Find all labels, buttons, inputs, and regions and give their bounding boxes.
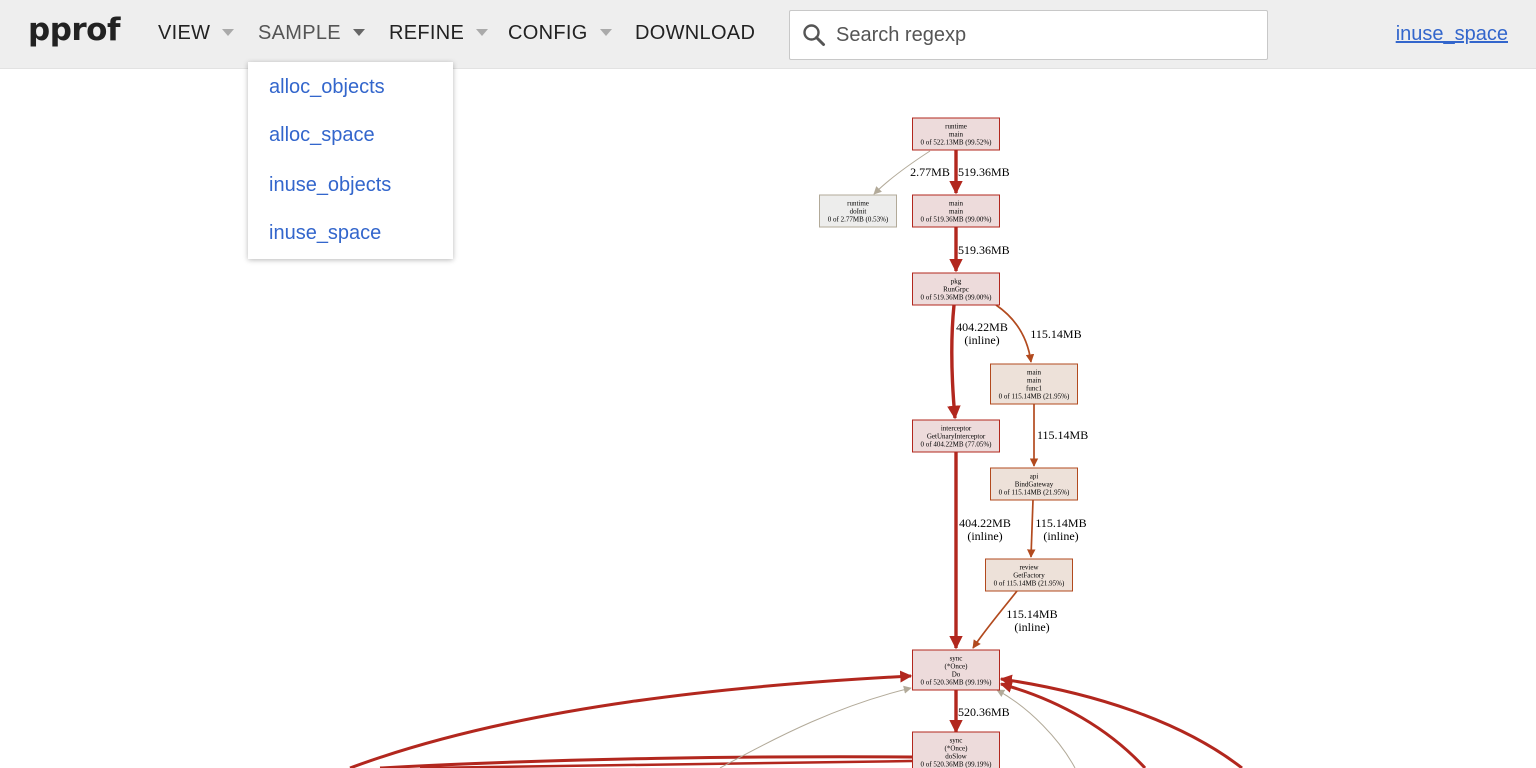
node-label: func1 [1026, 385, 1042, 393]
node-label: 0 of 519.36MB (99.00%) [921, 216, 993, 224]
dropdown-item-alloc-space[interactable]: alloc_space [269, 124, 375, 147]
view-menu-label: VIEW [158, 22, 211, 44]
node-label: 0 of 115.14MB (21.95%) [999, 489, 1070, 497]
node-label: interceptor [941, 425, 972, 433]
node-label: 0 of 115.14MB (21.95%) [999, 393, 1070, 401]
view-menu[interactable]: VIEW [158, 22, 235, 45]
edge-label: 404.22MB [959, 516, 1011, 530]
chevron-down-icon [476, 29, 489, 36]
offscreen-edges [349, 670, 1243, 768]
node-label: main [949, 131, 963, 139]
sample-menu[interactable]: SAMPLE [258, 22, 365, 45]
config-menu[interactable]: CONFIG [508, 22, 612, 45]
graph-node[interactable]: runtimedoInit0 of 2.77MB (0.53%) [819, 194, 897, 228]
graph-edge[interactable]: 520.36MB [949, 690, 1010, 734]
edge-label: 115.14MB [1037, 428, 1088, 442]
edge-label: (inline) [967, 529, 1002, 543]
node-label: (*Once) [945, 745, 969, 753]
graph-node[interactable]: reviewGetFactory0 of 115.14MB (21.95%) [985, 558, 1073, 592]
node-label: review [1019, 564, 1039, 572]
node-label: sync [950, 655, 963, 663]
node-label: api [1030, 473, 1039, 481]
node-label: 0 of 2.77MB (0.53%) [828, 216, 889, 224]
graph-edge[interactable]: 115.14MB [1029, 404, 1088, 467]
edge-line[interactable] [947, 304, 961, 420]
node-label: runtime [847, 200, 869, 208]
header-bar: pprof VIEW SAMPLE REFINE CONFIG DOWNLOAD… [0, 0, 1536, 69]
search-icon [803, 24, 825, 46]
edge-label: 520.36MB [958, 705, 1010, 719]
node-label: 0 of 404.22MB (77.05%) [921, 441, 993, 449]
pprof-logo[interactable]: pprof [28, 12, 120, 48]
edge-label: 404.22MB [956, 320, 1008, 334]
download-menu[interactable]: DOWNLOAD [635, 22, 755, 45]
edge-label: 115.14MB [1030, 327, 1081, 341]
edge-label: 115.14MB [1006, 607, 1057, 621]
node-label: runtime [945, 123, 967, 131]
node-label: main [1027, 369, 1041, 377]
edge-label: 519.36MB [958, 165, 1010, 179]
graph-edge[interactable]: 2.77MB [873, 150, 950, 195]
node-label: main [949, 208, 963, 216]
node-label: pkg [951, 278, 962, 286]
search-box[interactable] [789, 10, 1268, 60]
node-label: doSlow [945, 753, 967, 761]
graph-node[interactable]: sync(*Once)Do0 of 520.36MB (99.19%) [912, 649, 1000, 691]
edge-label: (inline) [1014, 620, 1049, 634]
node-label: 0 of 519.36MB (99.00%) [921, 294, 993, 302]
graph-node[interactable]: sync(*Once)doSlow0 of 520.36MB (99.19%) [912, 731, 1000, 768]
graph-edge[interactable]: 519.36MB [949, 150, 1010, 195]
edge-label: 519.36MB [958, 243, 1010, 257]
node-label: main [1027, 377, 1041, 385]
edge-label: 115.14MB [1035, 516, 1086, 530]
chevron-down-icon [352, 29, 365, 36]
edge-label: (inline) [964, 333, 999, 347]
node-label: BindGateway [1015, 481, 1054, 489]
sample-dropdown: alloc_objects alloc_space inuse_objects … [248, 62, 453, 259]
edge-line[interactable] [1027, 499, 1036, 558]
graph-node[interactable]: pkgRunGrpc0 of 519.36MB (99.00%) [912, 272, 1000, 306]
edge-label: 2.77MB [910, 165, 950, 179]
graph-edge[interactable]: 115.14MB(inline) [972, 590, 1058, 649]
node-label: Do [952, 671, 961, 679]
node-label: GetFactory [1013, 572, 1045, 580]
node-label: RunGrpc [943, 286, 969, 294]
node-label: 0 of 115.14MB (21.95%) [994, 580, 1065, 588]
config-menu-label: CONFIG [508, 22, 588, 44]
download-menu-label: DOWNLOAD [635, 22, 756, 44]
dropdown-item-alloc-objects[interactable]: alloc_objects [269, 76, 385, 99]
node-label: GetUnaryInterceptor [927, 433, 986, 441]
node-label: doInit [850, 208, 867, 216]
graph-edge[interactable]: 519.36MB [949, 227, 1010, 273]
chevron-down-icon [599, 29, 612, 36]
edge-label: (inline) [1043, 529, 1078, 543]
graph-node[interactable]: mainmain0 of 519.36MB (99.00%) [912, 194, 1000, 228]
node-label: 0 of 520.36MB (99.19%) [921, 761, 993, 768]
call-graph[interactable]: 2.77MB 519.36MB519.36MB404.22MB(inline) 11… [0, 69, 1536, 768]
node-label: (*Once) [945, 663, 969, 671]
chevron-down-icon [222, 29, 235, 36]
refine-menu[interactable]: REFINE [389, 22, 489, 45]
node-label: 0 of 520.36MB (99.19%) [921, 679, 993, 687]
graph-node[interactable]: runtimemain0 of 522.13MB (99.52%) [912, 117, 1000, 151]
graph-node[interactable]: interceptorGetUnaryInterceptor0 of 404.2… [912, 419, 1000, 453]
node-label: sync [950, 737, 963, 745]
refine-menu-label: REFINE [389, 22, 465, 44]
graph-node[interactable]: apiBindGateway0 of 115.14MB (21.95%) [990, 467, 1078, 501]
dropdown-item-inuse-objects[interactable]: inuse_objects [269, 174, 391, 197]
search-input[interactable] [834, 19, 1254, 51]
graph-edge[interactable]: 115.14MB(inline) [1027, 499, 1087, 558]
node-label: main [949, 200, 963, 208]
graph-node[interactable]: mainmainfunc10 of 115.14MB (21.95%) [990, 363, 1078, 405]
graph-edge[interactable]: 115.14MB [995, 304, 1082, 363]
sample-type-link[interactable]: inuse_space [1396, 23, 1508, 46]
dropdown-item-inuse-space[interactable]: inuse_space [269, 222, 381, 245]
node-label: 0 of 522.13MB (99.52%) [921, 139, 993, 147]
sample-menu-label: SAMPLE [258, 22, 341, 44]
